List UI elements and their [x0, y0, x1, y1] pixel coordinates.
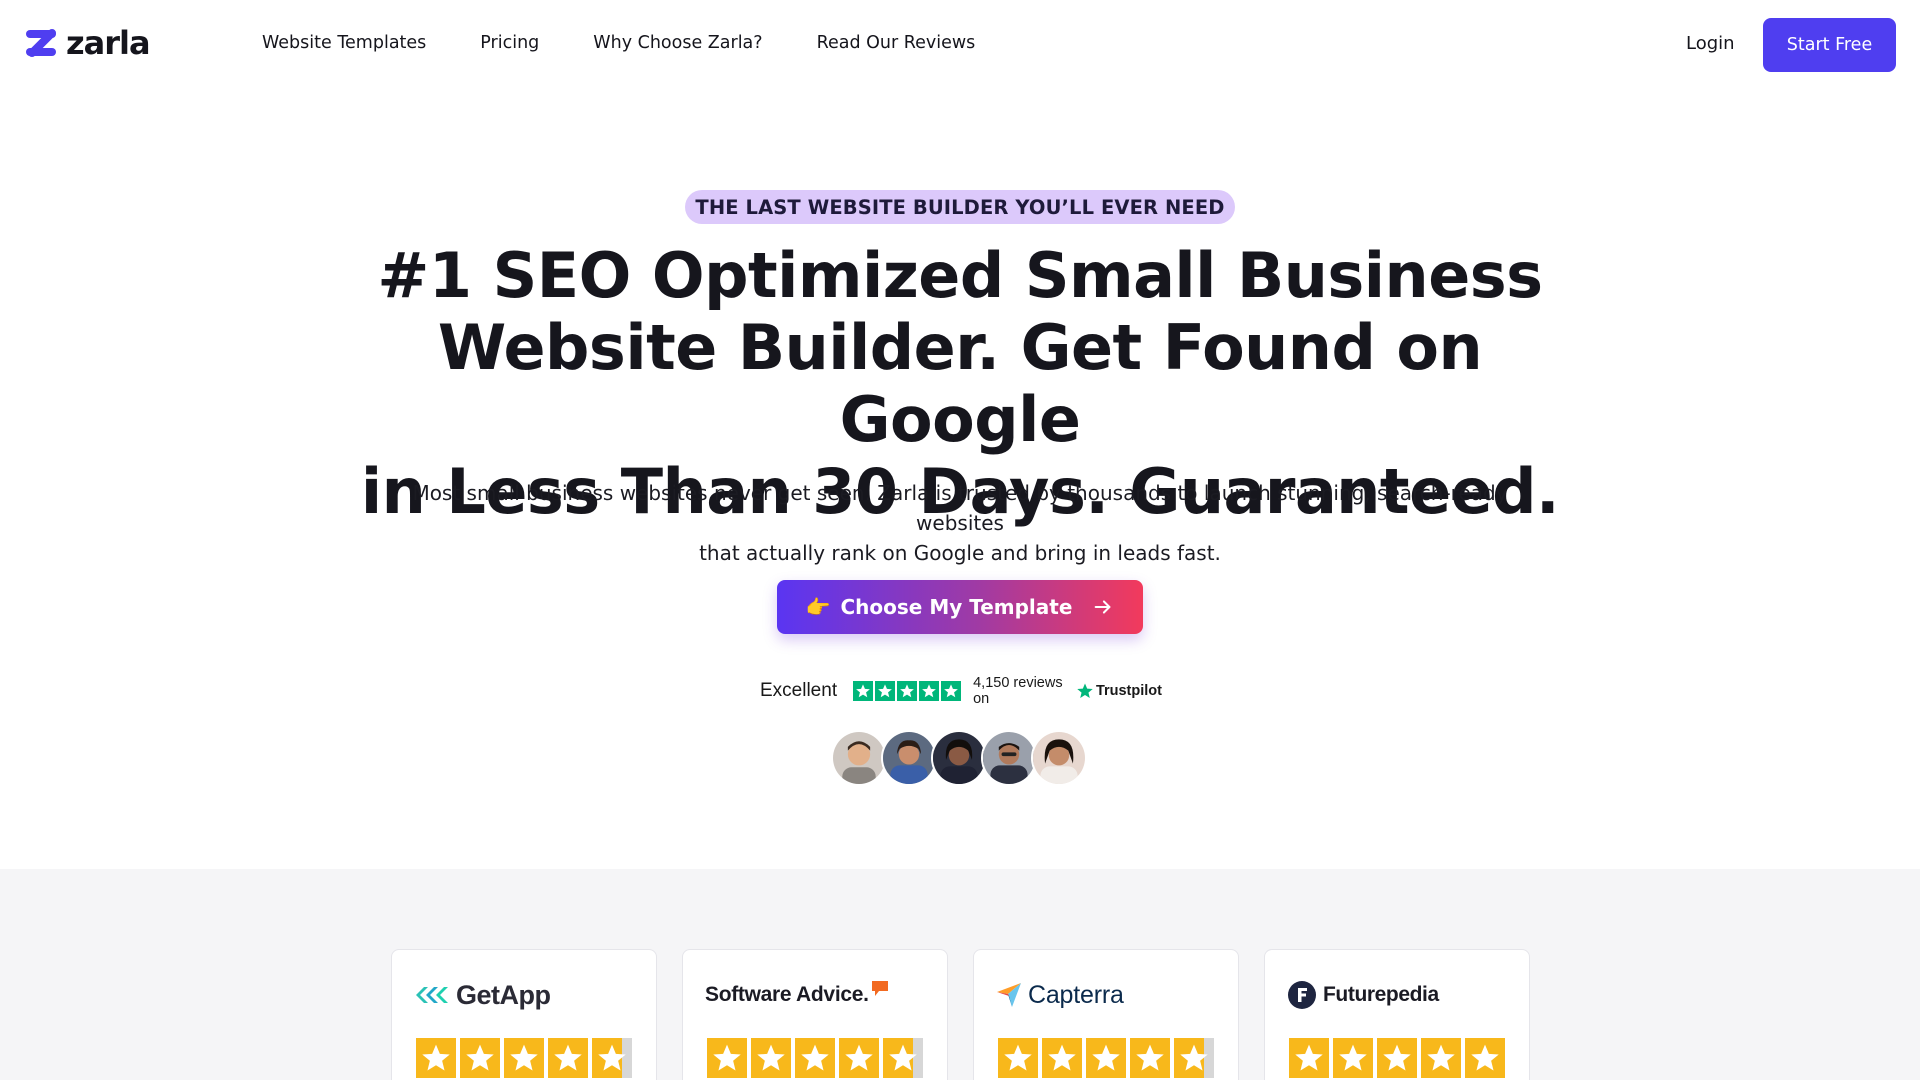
futurepedia-brand-text: Futurepedia — [1323, 983, 1439, 1006]
hero-subtitle-line-1: Most small business websites never get s… — [412, 481, 1508, 535]
futurepedia-stars — [1289, 1038, 1505, 1078]
trustpilot-logo: Trustpilot — [1076, 682, 1162, 700]
star-icon — [751, 1038, 791, 1078]
star-icon — [548, 1038, 588, 1078]
partial-star-icon — [883, 1038, 923, 1078]
site-header: zarla Website Templates Pricing Why Choo… — [0, 0, 1920, 88]
star-icon — [1333, 1038, 1373, 1078]
getapp-chevrons-icon — [416, 987, 448, 1003]
getapp-logo: GetApp — [414, 978, 551, 1012]
software-advice-stars — [707, 1038, 923, 1078]
trustpilot-star-icon — [897, 681, 918, 701]
rating-card-capterra[interactable]: Capterra — [973, 949, 1239, 1080]
trustpilot-star-icon — [919, 681, 940, 701]
star-icon — [998, 1038, 1038, 1078]
star-icon — [707, 1038, 747, 1078]
trustpilot-star-icon — [875, 681, 896, 701]
nav-why-choose-zarla[interactable]: Why Choose Zarla? — [593, 30, 762, 56]
cta-wrap: 👉 Choose My Template — [0, 580, 1920, 634]
trustpilot-star-icon — [853, 681, 874, 701]
star-icon — [1289, 1038, 1329, 1078]
hero-subtitle-line-2: that actually rank on Google and bring i… — [699, 541, 1221, 565]
hero-eyebrow-badge: THE LAST WEBSITE BUILDER YOU’LL EVER NEE… — [685, 190, 1235, 224]
hero-subtitle: Most small business websites never get s… — [370, 478, 1550, 568]
capterra-logo: Capterra — [996, 978, 1124, 1012]
star-icon — [839, 1038, 879, 1078]
reviewer-avatar-4 — [981, 730, 1037, 786]
reviewer-avatar-1 — [831, 730, 887, 786]
futurepedia-logo: Futurepedia — [1287, 978, 1439, 1012]
reviewer-avatar-5 — [1031, 730, 1087, 786]
partial-star-icon — [1174, 1038, 1214, 1078]
star-icon — [1086, 1038, 1126, 1078]
hero-title-line-2: Website Builder. Get Found on Google — [437, 311, 1483, 456]
star-icon — [1421, 1038, 1461, 1078]
speech-bubble-icon — [871, 981, 888, 996]
rating-card-software-advice[interactable]: Software Advice. — [682, 949, 948, 1080]
nav-pricing[interactable]: Pricing — [480, 30, 539, 56]
trustpilot-stars — [853, 681, 962, 701]
hero-eyebrow-wrap: THE LAST WEBSITE BUILDER YOU’LL EVER NEE… — [0, 190, 1920, 224]
star-icon — [1130, 1038, 1170, 1078]
nav-website-templates[interactable]: Website Templates — [262, 30, 426, 56]
arrow-right-icon — [1095, 600, 1111, 614]
software-advice-brand-text: Software Advice. — [705, 983, 869, 1006]
reviewer-avatars — [831, 730, 1087, 786]
star-icon — [416, 1038, 456, 1078]
trustpilot-star-logo-icon — [1077, 683, 1093, 699]
zarla-logo-icon — [26, 29, 56, 57]
reviewer-avatar-3 — [931, 730, 987, 786]
getapp-brand-text: GetApp — [456, 979, 551, 1010]
trustpilot-brand-text: Trustpilot — [1095, 683, 1162, 699]
pointing-hand-icon: 👉 — [805, 595, 831, 619]
star-icon — [1465, 1038, 1505, 1078]
capterra-arrow-icon — [997, 983, 1021, 1007]
zarla-logo[interactable]: zarla — [24, 24, 151, 62]
futurepedia-f-icon — [1288, 981, 1316, 1009]
star-icon — [460, 1038, 500, 1078]
rating-card-getapp[interactable]: GetApp — [391, 949, 657, 1080]
choose-my-template-button[interactable]: 👉 Choose My Template — [777, 580, 1143, 634]
start-free-button[interactable]: Start Free — [1763, 18, 1896, 72]
reviewer-avatar-2 — [881, 730, 937, 786]
capterra-stars — [998, 1038, 1214, 1078]
nav-read-our-reviews[interactable]: Read Our Reviews — [817, 30, 976, 56]
trustpilot-review-count: 4,150 reviews on — [973, 675, 1063, 707]
rating-card-futurepedia[interactable]: Futurepedia — [1264, 949, 1530, 1080]
trustpilot-rating-word: Excellent — [760, 680, 838, 701]
star-icon — [1042, 1038, 1082, 1078]
getapp-stars — [416, 1038, 632, 1078]
partial-star-icon — [592, 1038, 632, 1078]
trustpilot-widget[interactable]: Excellent 4,150 reviews on Trustpilot — [760, 675, 1162, 707]
trustpilot-star-icon — [941, 681, 962, 701]
capterra-brand-text: Capterra — [1028, 980, 1124, 1009]
cta-label: Choose My Template — [840, 595, 1073, 619]
star-icon — [504, 1038, 544, 1078]
software-advice-logo: Software Advice. — [705, 978, 889, 1012]
login-link[interactable]: Login — [1686, 31, 1735, 57]
star-icon — [1377, 1038, 1417, 1078]
zarla-logo-text: zarla — [66, 24, 151, 62]
ratings-band — [0, 869, 1920, 1080]
hero-title-line-1: #1 SEO Optimized Small Business — [377, 239, 1543, 312]
star-icon — [795, 1038, 835, 1078]
main-nav: Website Templates Pricing Why Choose Zar… — [262, 30, 1029, 56]
